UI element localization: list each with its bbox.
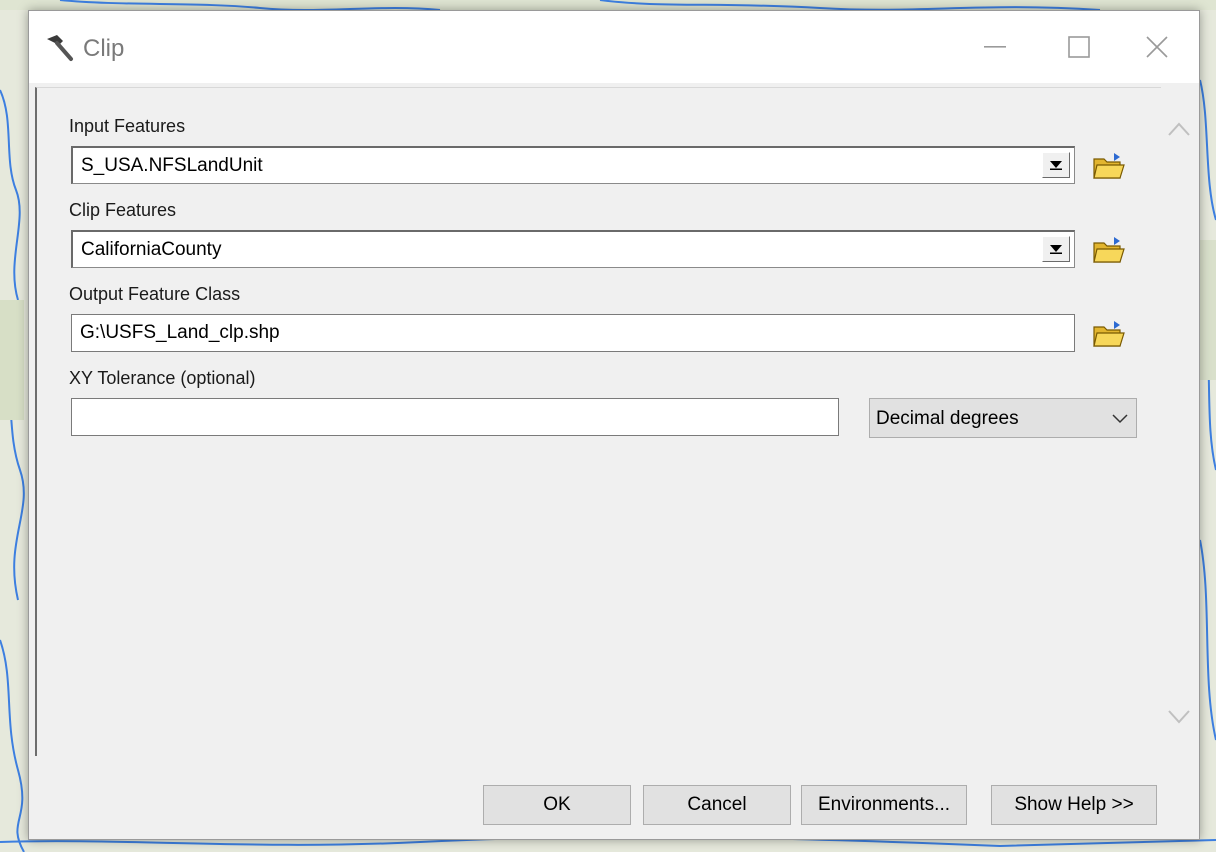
output-feature-class-value: G:\USFS_Land_clp.shp xyxy=(80,322,280,343)
input-features-value: S_USA.NFSLandUnit xyxy=(81,155,263,176)
input-features-combobox[interactable]: S_USA.NFSLandUnit xyxy=(71,146,1075,184)
cancel-button[interactable]: Cancel xyxy=(643,785,791,825)
xy-tolerance-label: XY Tolerance (optional) xyxy=(69,368,256,388)
clip-dialog: Clip Input Features S_USA.NFSLandUnit Cl… xyxy=(28,10,1200,840)
scroll-down-button[interactable] xyxy=(1165,703,1193,731)
ok-button[interactable]: OK xyxy=(483,785,631,825)
close-icon xyxy=(1146,36,1168,58)
triangle-down-icon xyxy=(1050,161,1062,170)
input-features-browse-button[interactable] xyxy=(1089,146,1129,186)
xy-tolerance-field[interactable] xyxy=(71,398,839,436)
chevron-down-icon xyxy=(1168,710,1190,724)
chevron-up-icon xyxy=(1168,122,1190,136)
close-button[interactable] xyxy=(1125,25,1189,69)
clip-features-combobox[interactable]: CaliforniaCounty xyxy=(71,230,1075,268)
hammer-icon xyxy=(43,33,75,63)
output-feature-class-browse-button[interactable] xyxy=(1089,314,1129,354)
minimize-button[interactable] xyxy=(963,25,1027,69)
clip-features-browse-button[interactable] xyxy=(1089,230,1129,270)
parameters-panel: Input Features S_USA.NFSLandUnit Clip Fe… xyxy=(35,87,1163,756)
output-feature-class-label: Output Feature Class xyxy=(69,284,241,304)
dialog-footer: OK Cancel Environments... Show Help >> xyxy=(29,761,1199,839)
xy-tolerance-units-select[interactable]: Decimal degrees xyxy=(869,398,1137,438)
input-features-dropdown-button[interactable] xyxy=(1042,152,1070,178)
input-features-label: Input Features xyxy=(69,116,186,136)
maximize-icon xyxy=(1068,36,1090,58)
open-folder-icon xyxy=(1093,321,1125,347)
chevron-down-icon xyxy=(1112,411,1128,429)
environments-button[interactable]: Environments... xyxy=(801,785,967,825)
clip-features-label: Clip Features xyxy=(69,200,177,220)
show-help-button[interactable]: Show Help >> xyxy=(991,785,1157,825)
window-title: Clip xyxy=(83,35,125,62)
clip-features-dropdown-button[interactable] xyxy=(1042,236,1070,262)
vertical-scrollbar[interactable] xyxy=(1161,87,1197,755)
title-bar[interactable]: Clip xyxy=(29,11,1199,83)
xy-tolerance-units-value: Decimal degrees xyxy=(876,408,1019,429)
minimize-icon xyxy=(984,45,1006,49)
output-feature-class-field[interactable]: G:\USFS_Land_clp.shp xyxy=(71,314,1075,352)
open-folder-icon xyxy=(1093,237,1125,263)
triangle-down-icon xyxy=(1050,245,1062,254)
clip-features-value: CaliforniaCounty xyxy=(81,239,222,260)
maximize-button[interactable] xyxy=(1047,25,1111,69)
scroll-up-button[interactable] xyxy=(1165,115,1193,143)
open-folder-icon xyxy=(1093,153,1125,179)
